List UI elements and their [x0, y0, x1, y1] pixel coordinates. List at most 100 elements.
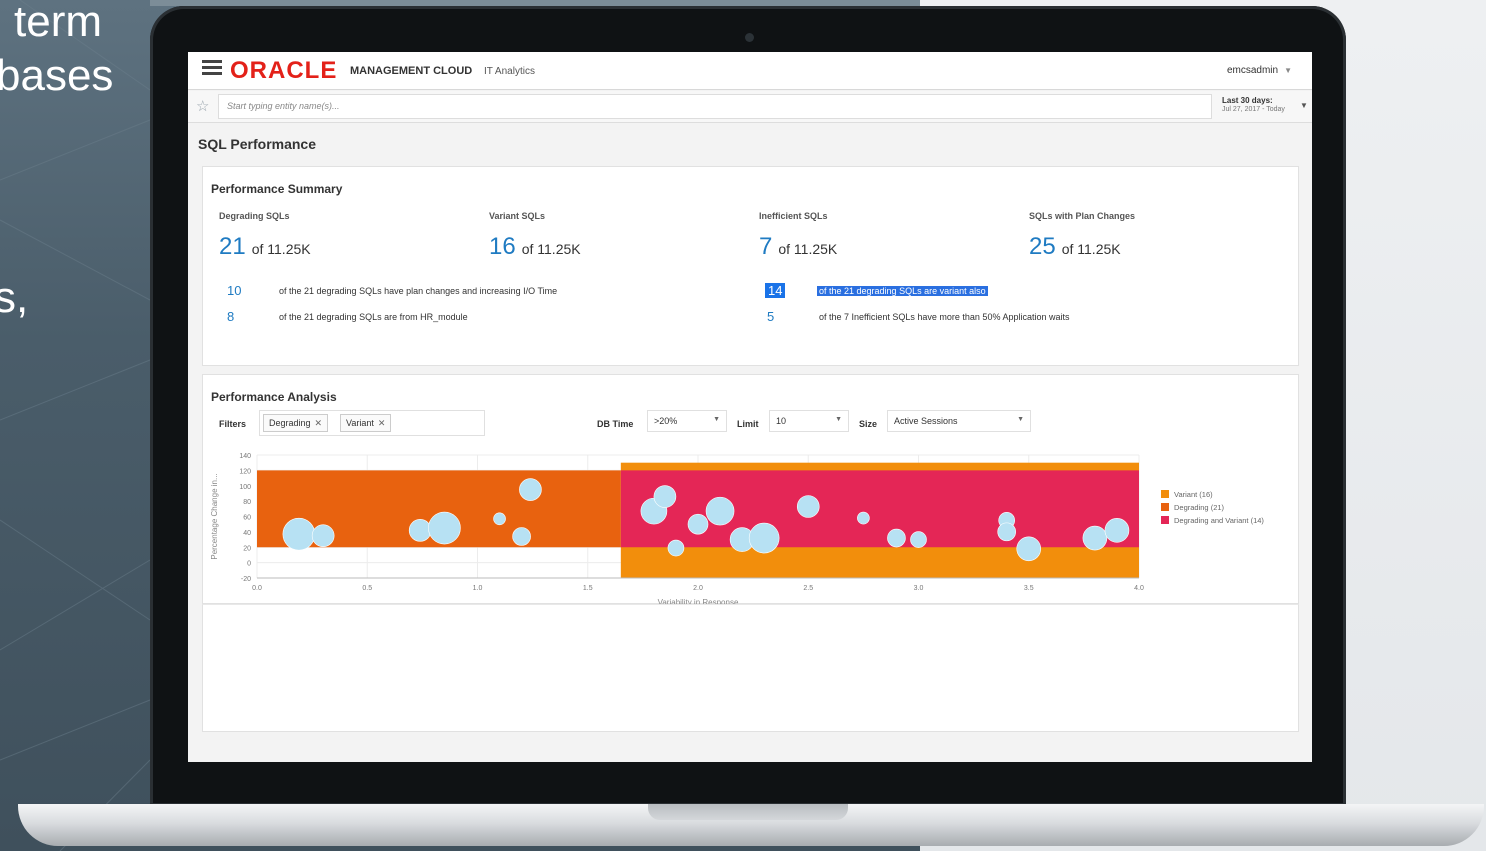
bubble-point — [653, 485, 677, 508]
x-tick-label: 1.5 — [583, 585, 593, 592]
bubble-point — [519, 478, 542, 501]
slide-text-line-1: term — [14, 0, 102, 46]
metric-number[interactable]: 25 — [1029, 233, 1056, 260]
x-tick-label: 2.0 — [693, 585, 703, 592]
chevron-down-icon: ▼ — [1300, 101, 1308, 110]
performance-summary-panel: Performance Summary Degrading SQLs 21 of … — [202, 166, 1299, 366]
limit-select[interactable]: 10 ▼ — [769, 410, 849, 432]
chip-label: Degrading — [269, 418, 311, 428]
limit-value: 10 — [776, 416, 787, 426]
legend-swatch — [1161, 490, 1169, 498]
metric-number[interactable]: 16 — [489, 233, 516, 260]
y-tick-label: 80 — [243, 499, 251, 506]
hamburger-icon[interactable] — [202, 60, 222, 76]
entity-search-input[interactable]: Start typing entity name(s)... — [218, 94, 1212, 119]
bubble-point — [910, 531, 927, 548]
filters-label: Filters — [219, 419, 247, 429]
y-tick-label: 0 — [247, 561, 251, 568]
filter-input[interactable]: Degrading ✕ Variant ✕ — [259, 410, 485, 436]
y-axis-title: Percentage Change in... — [210, 473, 219, 559]
detail-number[interactable]: 10 — [227, 283, 241, 298]
bubble-point — [705, 496, 735, 526]
metric-total: of 11.25K — [521, 241, 581, 257]
bubble-point — [1016, 536, 1042, 562]
bubble-point — [1082, 525, 1108, 551]
chevron-down-icon: ▼ — [1017, 416, 1024, 423]
x-tick-label: 2.5 — [803, 585, 813, 592]
legend-label: Variant (16) — [1174, 490, 1213, 499]
size-select[interactable]: Active Sessions ▼ — [887, 410, 1031, 432]
limit-label: Limit — [737, 419, 759, 429]
y-tick-label: 40 — [243, 530, 251, 537]
filter-chip-variant[interactable]: Variant ✕ — [340, 414, 392, 432]
bubble-point — [997, 522, 1017, 542]
size-value: Active Sessions — [894, 416, 958, 426]
metric-total: of 11.25K — [251, 241, 311, 257]
y-tick-label: 20 — [243, 545, 251, 552]
db-time-label: DB Time — [597, 419, 634, 429]
bubble-point — [857, 511, 870, 525]
close-icon[interactable]: ✕ — [378, 418, 386, 428]
bubble-point — [667, 539, 685, 557]
x-tick-label: 0.0 — [252, 585, 262, 592]
bubble-point — [493, 512, 506, 526]
metric-plan-changes[interactable]: SQLs with Plan Changes 25 of 11.25K — [1029, 211, 1299, 261]
chip-label: Variant — [346, 418, 374, 428]
lower-panel — [202, 604, 1299, 732]
metric-label: SQLs with Plan Changes — [1029, 211, 1136, 221]
user-menu[interactable]: emcsadmin ▼ — [1227, 65, 1292, 76]
db-time-value: >20% — [654, 416, 678, 426]
metric-number[interactable]: 7 — [759, 233, 772, 260]
bubble-point — [282, 517, 316, 551]
search-row: ☆ Start typing entity name(s)... Last 30… — [188, 91, 1312, 123]
metric-variant[interactable]: Variant SQLs 16 of 11.25K — [489, 211, 759, 261]
bubble-point — [428, 511, 461, 545]
metric-number[interactable]: 21 — [219, 233, 246, 260]
detail-number[interactable]: 5 — [767, 309, 774, 324]
chevron-down-icon: ▼ — [1284, 66, 1292, 75]
date-range-label: Last 30 days: — [1222, 96, 1273, 105]
size-label: Size — [859, 419, 878, 429]
y-tick-label: -20 — [241, 576, 251, 583]
legend-swatch — [1161, 516, 1169, 524]
performance-analysis-panel: Performance Analysis Filters Degrading ✕ … — [202, 374, 1300, 605]
x-tick-label: 0.5 — [362, 585, 372, 592]
filter-chip-degrading[interactable]: Degrading ✕ — [263, 414, 329, 432]
top-bar: ORACLE MANAGEMENT CLOUD IT Analytics emc… — [188, 52, 1312, 90]
y-tick-label: 120 — [239, 468, 251, 475]
bubble-chart[interactable]: 140 120 100 80 60 40 20 0 -200.0 0.5 1.0 1.5 2.0 2.5 3… — [203, 439, 1300, 605]
bubble-point — [512, 527, 531, 546]
oracle-logo: ORACLE — [230, 57, 338, 84]
metric-degrading[interactable]: Degrading SQLs 21 of 11.25K — [219, 211, 489, 261]
metric-total: of 11.25K — [778, 241, 838, 257]
y-tick-label: 100 — [239, 484, 251, 491]
laptop-notch — [648, 804, 848, 820]
detail-text: of the 7 Inefficient SQLs have more than… — [819, 312, 1070, 322]
metric-label: Inefficient SQLs — [759, 211, 828, 221]
detail-text: of the 21 degrading SQLs have plan chang… — [279, 286, 558, 296]
y-tick-label: 140 — [239, 453, 251, 460]
date-range-value: Jul 27, 2017 - Today — [1222, 106, 1285, 113]
star-icon[interactable]: ☆ — [196, 97, 209, 115]
x-tick-label: 1.0 — [473, 585, 483, 592]
chevron-down-icon: ▼ — [713, 416, 720, 423]
detail-text: of the 21 degrading SQLs are variant als… — [817, 286, 988, 296]
camera-icon — [745, 33, 754, 42]
x-tick-label: 3.5 — [1024, 585, 1034, 592]
panel-title: Performance Analysis — [211, 390, 337, 404]
detail-number[interactable]: 8 — [227, 309, 234, 324]
close-icon[interactable]: ✕ — [315, 418, 323, 428]
legend-label: Degrading (21) — [1174, 503, 1225, 512]
detail-number[interactable]: 14 — [765, 283, 786, 298]
slide-text-line-2: bases — [0, 51, 114, 100]
slide-text-line-3: s, — [0, 273, 29, 322]
x-tick-label: 3.0 — [914, 585, 924, 592]
y-tick-label: 60 — [243, 515, 251, 522]
date-range-picker[interactable]: Last 30 days: Jul 27, 2017 - Today ▼ — [1222, 96, 1308, 113]
bubble-point — [408, 519, 432, 542]
chart-region — [620, 470, 1139, 548]
bubble-point — [748, 522, 780, 554]
metric-inefficient[interactable]: Inefficient SQLs 7 of 11.25K — [759, 211, 1029, 261]
db-time-select[interactable]: >20% ▼ — [647, 410, 727, 432]
x-tick-label: 4.0 — [1134, 585, 1144, 592]
